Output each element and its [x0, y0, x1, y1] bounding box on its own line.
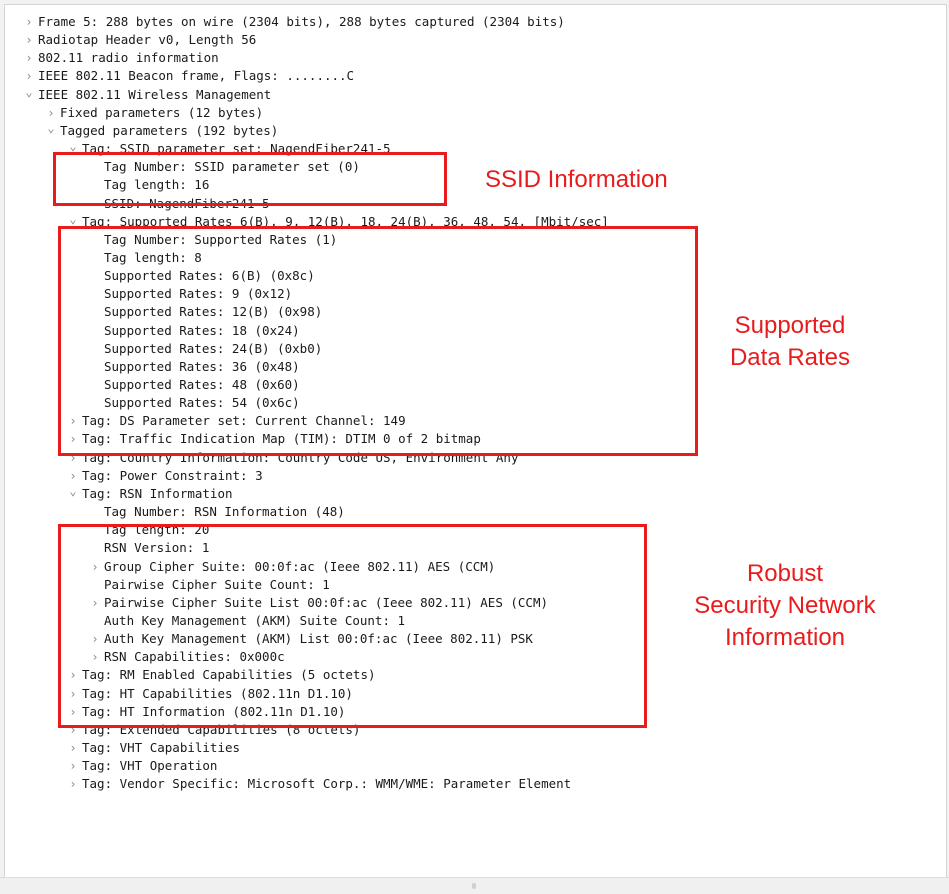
chevron-right-icon[interactable]: › — [23, 49, 35, 67]
chevron-down-icon[interactable]: ⌄ — [67, 210, 79, 228]
chevron-down-icon[interactable]: ⌄ — [23, 83, 35, 101]
tree-row-label: Radiotap Header v0, Length 56 — [38, 32, 257, 48]
tree-row-label: Tag: RSN Information — [82, 485, 233, 501]
tree-row-label: Tag: Vendor Specific: Microsoft Corp.: W… — [82, 776, 572, 792]
rsn-highlight-box — [58, 524, 647, 728]
chevron-right-icon[interactable]: › — [67, 775, 79, 793]
tree-row-label: Tag: VHT Operation — [82, 758, 218, 774]
tree-row-label: Tag: Power Constraint: 3 — [82, 467, 263, 483]
rsn-annotation-label: Robust Security Network Information — [694, 560, 876, 651]
resize-grip[interactable] — [472, 883, 476, 889]
tree-row-label: IEEE 802.11 Wireless Management — [38, 86, 272, 102]
chevron-right-icon[interactable]: › — [67, 739, 79, 757]
supported-rates-highlight-box — [58, 226, 698, 456]
supported-rates-annotation-label: Supported Data Rates — [729, 312, 851, 371]
tree-row[interactable]: › Radiotap Header v0, Length 56 — [23, 31, 256, 49]
tree-row-label: Fixed parameters (12 bytes) — [60, 104, 264, 120]
chevron-right-icon[interactable]: › — [23, 13, 35, 31]
tree-row[interactable]: ⌄ Tag: RSN Information — [67, 482, 233, 503]
ssid-annotation-label: SSID Information — [485, 166, 668, 193]
tree-row[interactable]: › Frame 5: 288 bytes on wire (2304 bits),… — [23, 13, 565, 31]
tree-row[interactable]: › 802.11 radio information — [23, 49, 219, 67]
chevron-right-icon[interactable]: › — [23, 31, 35, 49]
tree-row[interactable]: Tag Number: RSN Information (48) — [89, 503, 345, 521]
tree-row-label: Tag Number: RSN Information (48) — [104, 504, 345, 519]
packet-details-pane[interactable]: › Frame 5: 288 bytes on wire (2304 bits),… — [4, 4, 947, 878]
chevron-right-icon[interactable]: › — [67, 757, 79, 775]
tree-row[interactable]: › Tag: Power Constraint: 3 — [67, 467, 263, 485]
chevron-down-icon[interactable]: ⌄ — [67, 482, 79, 500]
ssid-highlight-box — [53, 152, 447, 206]
tree-row[interactable]: › IEEE 802.11 Beacon frame, Flags: ......… — [23, 67, 354, 85]
tree-row-label: Tag: VHT Capabilities — [82, 740, 241, 755]
tree-row-label: IEEE 802.11 Beacon frame, Flags: .......… — [38, 68, 355, 84]
tree-row-label: Frame 5: 288 bytes on wire (2304 bits), … — [38, 14, 565, 29]
tree-row[interactable]: › Fixed parameters (12 bytes) — [45, 104, 263, 122]
tree-row-label: 802.11 radio information — [38, 50, 219, 66]
tree-row[interactable]: › Tag: Vendor Specific: Microsoft Corp.: … — [67, 775, 571, 793]
tree-row-label: Tagged parameters (192 bytes) — [60, 122, 279, 138]
tree-row[interactable]: ⌄ IEEE 802.11 Wireless Management — [23, 83, 272, 104]
tree-row[interactable]: › Tag: VHT Operation — [67, 757, 217, 775]
tree-row[interactable]: ⌄ Tagged parameters (192 bytes) — [45, 119, 279, 140]
status-bar — [0, 877, 949, 894]
chevron-down-icon[interactable]: ⌄ — [45, 119, 57, 137]
tree-row[interactable]: › Tag: VHT Capabilities — [67, 739, 240, 757]
